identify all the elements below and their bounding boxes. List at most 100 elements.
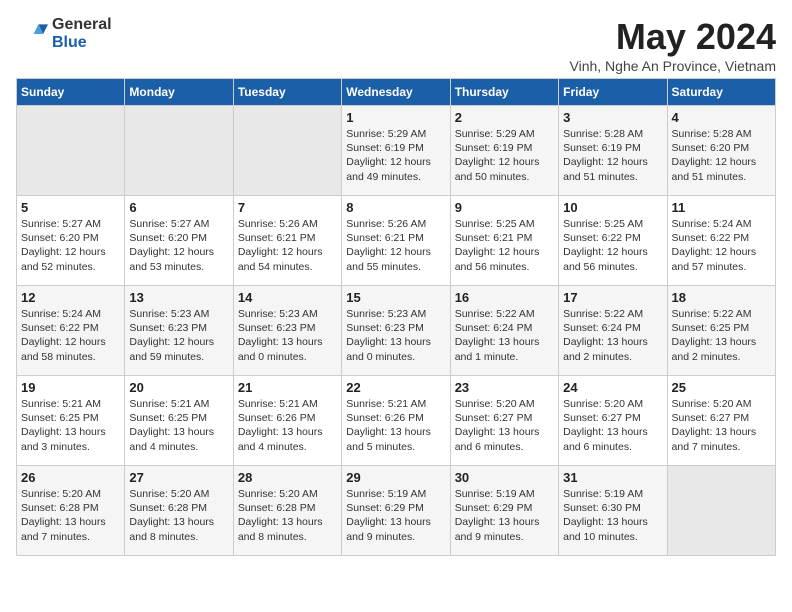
calendar-table: SundayMondayTuesdayWednesdayThursdayFrid… [16,78,776,556]
day-number: 15 [346,290,445,305]
calendar-cell: 28 Sunrise: 5:20 AM Sunset: 6:28 PM Dayli… [233,466,341,556]
logo-icon [16,18,48,50]
day-number: 20 [129,380,228,395]
day-info: Sunrise: 5:20 AM Sunset: 6:28 PM Dayligh… [21,487,120,544]
calendar-cell: 30 Sunrise: 5:19 AM Sunset: 6:29 PM Dayli… [450,466,558,556]
day-number: 6 [129,200,228,215]
day-info: Sunrise: 5:20 AM Sunset: 6:28 PM Dayligh… [238,487,337,544]
day-info: Sunrise: 5:19 AM Sunset: 6:29 PM Dayligh… [346,487,445,544]
header-day-saturday: Saturday [667,79,775,106]
day-number: 3 [563,110,662,125]
calendar-cell: 29Sunrise: 5:19 AM Sunset: 6:29 PM Dayli… [342,466,450,556]
calendar-cell: 11 Sunrise: 5:24 AM Sunset: 6:22 PM Dayli… [667,196,775,286]
day-info: Sunrise: 5:27 AM Sunset: 6:20 PM Dayligh… [129,217,228,274]
header-day-thursday: Thursday [450,79,558,106]
day-number: 14 [238,290,337,305]
calendar-cell: 14Sunrise: 5:23 AM Sunset: 6:23 PM Dayli… [233,286,341,376]
day-number: 11 [672,200,771,215]
week-row-4: 19 Sunrise: 5:21 AM Sunset: 6:25 PM Dayli… [17,376,776,466]
calendar-cell: 25Sunrise: 5:20 AM Sunset: 6:27 PM Dayli… [667,376,775,466]
day-number: 31 [563,470,662,485]
day-info: Sunrise: 5:28 AM Sunset: 6:20 PM Dayligh… [672,127,771,184]
day-number: 24 [563,380,662,395]
calendar-cell: 7Sunrise: 5:26 AM Sunset: 6:21 PM Daylig… [233,196,341,286]
logo-blue: Blue [52,34,112,52]
day-info: Sunrise: 5:28 AM Sunset: 6:19 PM Dayligh… [563,127,662,184]
header-day-monday: Monday [125,79,233,106]
day-number: 7 [238,200,337,215]
calendar-cell [233,106,341,196]
calendar-cell [667,466,775,556]
calendar-cell: 27 Sunrise: 5:20 AM Sunset: 6:28 PM Dayli… [125,466,233,556]
calendar-cell [17,106,125,196]
week-row-5: 26 Sunrise: 5:20 AM Sunset: 6:28 PM Dayli… [17,466,776,556]
calendar-cell: 17 Sunrise: 5:22 AM Sunset: 6:24 PM Dayli… [559,286,667,376]
calendar-cell: 1 Sunrise: 5:29 AM Sunset: 6:19 PM Daylig… [342,106,450,196]
day-info: Sunrise: 5:20 AM Sunset: 6:28 PM Dayligh… [129,487,228,544]
day-number: 1 [346,110,445,125]
calendar-cell: 12Sunrise: 5:24 AM Sunset: 6:22 PM Dayli… [17,286,125,376]
calendar-cell: 4 Sunrise: 5:28 AM Sunset: 6:20 PM Daylig… [667,106,775,196]
calendar-cell: 19 Sunrise: 5:21 AM Sunset: 6:25 PM Dayli… [17,376,125,466]
day-info: Sunrise: 5:21 AM Sunset: 6:26 PM Dayligh… [238,397,337,454]
day-number: 2 [455,110,554,125]
day-info: Sunrise: 5:29 AM Sunset: 6:19 PM Dayligh… [455,127,554,184]
day-number: 21 [238,380,337,395]
calendar-cell: 5Sunrise: 5:27 AM Sunset: 6:20 PM Daylig… [17,196,125,286]
day-number: 18 [672,290,771,305]
day-info: Sunrise: 5:20 AM Sunset: 6:27 PM Dayligh… [672,397,771,454]
calendar-cell: 10 Sunrise: 5:25 AM Sunset: 6:22 PM Dayli… [559,196,667,286]
calendar-cell: 31 Sunrise: 5:19 AM Sunset: 6:30 PM Dayli… [559,466,667,556]
day-info: Sunrise: 5:22 AM Sunset: 6:24 PM Dayligh… [563,307,662,364]
calendar-cell: 3 Sunrise: 5:28 AM Sunset: 6:19 PM Daylig… [559,106,667,196]
calendar-cell: 9 Sunrise: 5:25 AM Sunset: 6:21 PM Daylig… [450,196,558,286]
day-number: 13 [129,290,228,305]
calendar-cell: 15Sunrise: 5:23 AM Sunset: 6:23 PM Dayli… [342,286,450,376]
calendar-cell: 2 Sunrise: 5:29 AM Sunset: 6:19 PM Daylig… [450,106,558,196]
day-info: Sunrise: 5:24 AM Sunset: 6:22 PM Dayligh… [21,307,120,364]
calendar-cell [125,106,233,196]
day-info: Sunrise: 5:21 AM Sunset: 6:25 PM Dayligh… [21,397,120,454]
day-info: Sunrise: 5:19 AM Sunset: 6:30 PM Dayligh… [563,487,662,544]
day-info: Sunrise: 5:29 AM Sunset: 6:19 PM Dayligh… [346,127,445,184]
day-number: 27 [129,470,228,485]
calendar-cell: 13 Sunrise: 5:23 AM Sunset: 6:23 PM Dayli… [125,286,233,376]
day-info: Sunrise: 5:25 AM Sunset: 6:21 PM Dayligh… [455,217,554,274]
calendar-cell: 24 Sunrise: 5:20 AM Sunset: 6:27 PM Dayli… [559,376,667,466]
day-number: 30 [455,470,554,485]
day-number: 9 [455,200,554,215]
day-info: Sunrise: 5:23 AM Sunset: 6:23 PM Dayligh… [129,307,228,364]
day-number: 26 [21,470,120,485]
day-info: Sunrise: 5:22 AM Sunset: 6:25 PM Dayligh… [672,307,771,364]
calendar-cell: 20 Sunrise: 5:21 AM Sunset: 6:25 PM Dayli… [125,376,233,466]
header-day-sunday: Sunday [17,79,125,106]
title-block: May 2024 Vinh, Nghe An Province, Vietnam [570,16,777,74]
day-info: Sunrise: 5:20 AM Sunset: 6:27 PM Dayligh… [455,397,554,454]
calendar-cell: 18 Sunrise: 5:22 AM Sunset: 6:25 PM Dayli… [667,286,775,376]
day-number: 28 [238,470,337,485]
calendar-cell: 23 Sunrise: 5:20 AM Sunset: 6:27 PM Dayli… [450,376,558,466]
day-number: 4 [672,110,771,125]
week-row-1: 1 Sunrise: 5:29 AM Sunset: 6:19 PM Daylig… [17,106,776,196]
week-row-2: 5 Sunrise: 5:27 AM Sunset: 6:20 PM Daylig… [17,196,776,286]
calendar-cell: 16 Sunrise: 5:22 AM Sunset: 6:24 PM Dayli… [450,286,558,376]
header-day-tuesday: Tuesday [233,79,341,106]
day-number: 19 [21,380,120,395]
day-number: 23 [455,380,554,395]
header-day-wednesday: Wednesday [342,79,450,106]
day-info: Sunrise: 5:25 AM Sunset: 6:22 PM Dayligh… [563,217,662,274]
calendar-cell: 21 Sunrise: 5:21 AM Sunset: 6:26 PM Dayli… [233,376,341,466]
day-number: 16 [455,290,554,305]
day-number: 10 [563,200,662,215]
day-info: Sunrise: 5:20 AM Sunset: 6:27 PM Dayligh… [563,397,662,454]
day-info: Sunrise: 5:21 AM Sunset: 6:25 PM Dayligh… [129,397,228,454]
location-subtitle: Vinh, Nghe An Province, Vietnam [570,58,777,74]
day-info: Sunrise: 5:22 AM Sunset: 6:24 PM Dayligh… [455,307,554,364]
day-info: Sunrise: 5:21 AM Sunset: 6:26 PM Dayligh… [346,397,445,454]
day-number: 17 [563,290,662,305]
calendar-cell: 6 Sunrise: 5:27 AM Sunset: 6:20 PM Daylig… [125,196,233,286]
day-info: Sunrise: 5:24 AM Sunset: 6:22 PM Dayligh… [672,217,771,274]
logo-general: General [52,16,112,34]
day-number: 5 [21,200,120,215]
day-info: Sunrise: 5:19 AM Sunset: 6:29 PM Dayligh… [455,487,554,544]
